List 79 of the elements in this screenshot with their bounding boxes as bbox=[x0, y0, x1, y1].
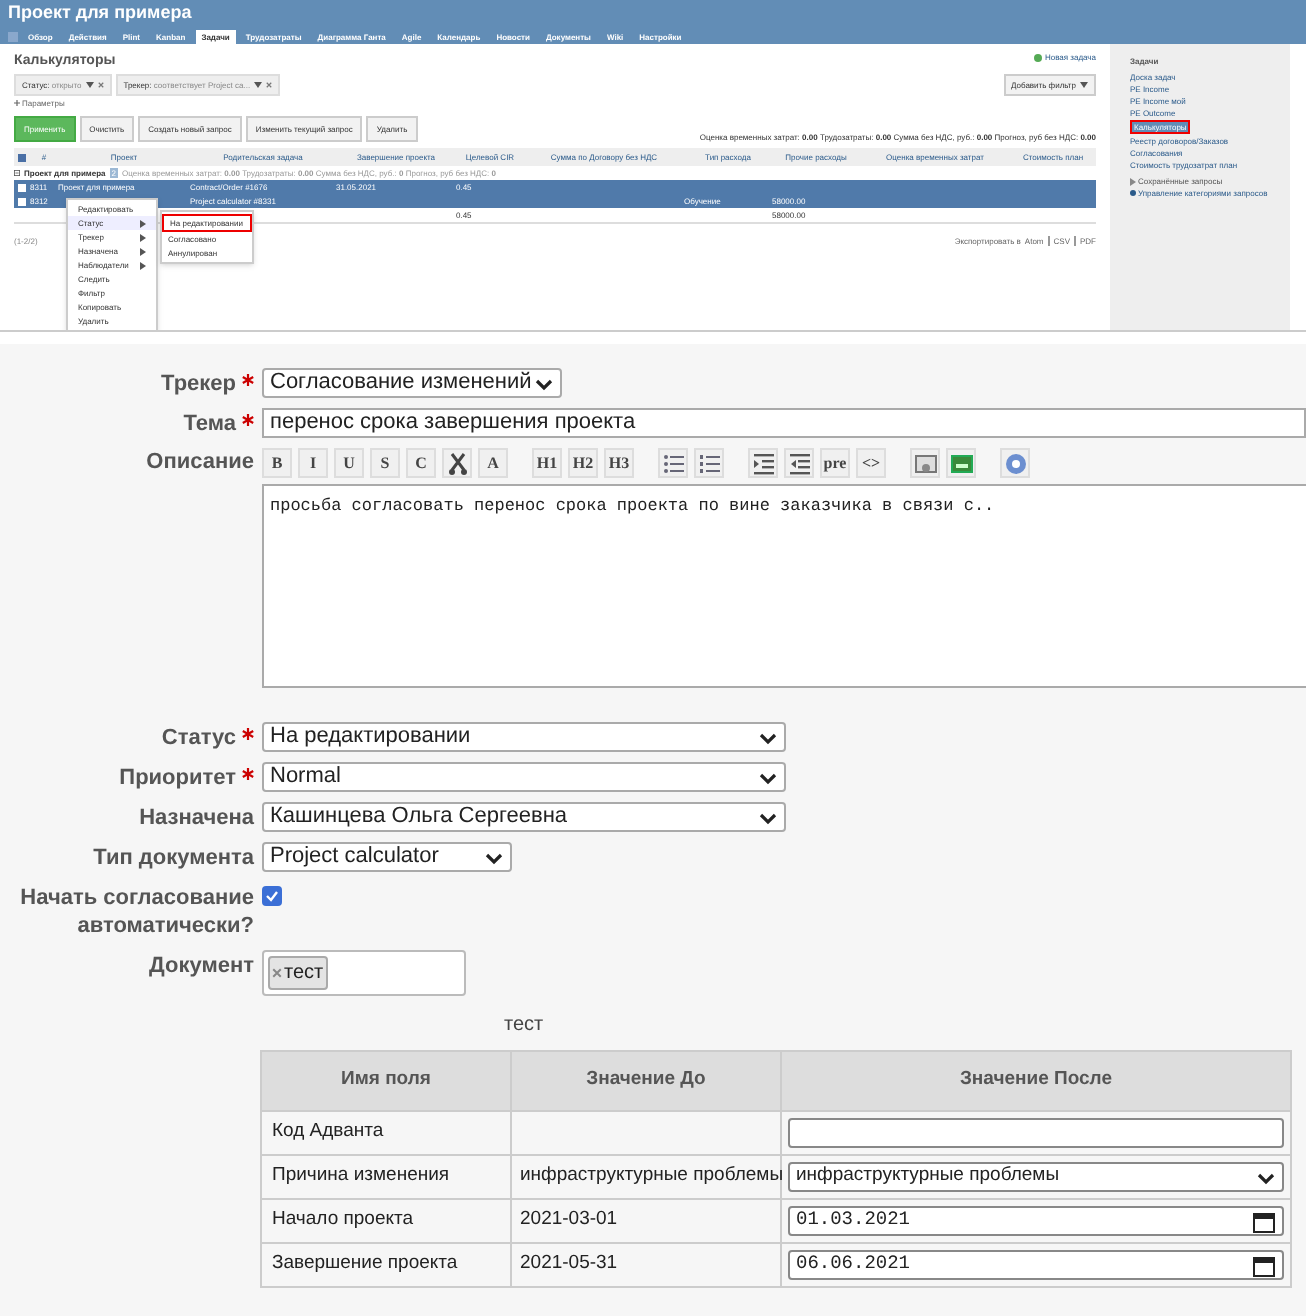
select-field[interactable]: На редактировании bbox=[262, 722, 786, 752]
table-cell: Начало проекта bbox=[272, 1208, 414, 1231]
asterisk-icon bbox=[242, 768, 254, 780]
asterisk-icon bbox=[242, 414, 254, 426]
date-field[interactable]: 06.06.2021 bbox=[788, 1250, 1284, 1280]
field-label: Документ bbox=[149, 954, 254, 978]
input-field[interactable] bbox=[788, 1118, 1284, 1148]
select-all-checkbox[interactable] bbox=[18, 153, 26, 161]
toolbar-button[interactable]: A bbox=[478, 448, 508, 478]
field-label: Назначена bbox=[139, 806, 254, 830]
input-field[interactable]: перенос срока завершения проекта bbox=[262, 408, 1306, 438]
toolbar-button[interactable]: <> bbox=[856, 448, 886, 478]
field-label: Тема bbox=[183, 412, 236, 436]
toolbar-button[interactable] bbox=[658, 448, 688, 478]
numbered-list-icon bbox=[697, 451, 721, 475]
check-icon bbox=[264, 888, 280, 904]
asterisk-icon bbox=[242, 374, 254, 386]
table-cell: Код Адванта bbox=[272, 1120, 384, 1143]
checkbox[interactable] bbox=[262, 886, 282, 906]
row-checkbox[interactable] bbox=[18, 183, 26, 191]
field-label: Тип документа bbox=[93, 846, 254, 870]
caret-right-icon bbox=[1130, 177, 1136, 185]
field-label: Трекер bbox=[161, 372, 236, 396]
date-field[interactable]: 01.03.2021 bbox=[788, 1206, 1284, 1236]
column-header: Значение После bbox=[959, 1068, 1113, 1091]
toolbar-button[interactable]: I bbox=[298, 448, 328, 478]
toolbar-button[interactable]: pre bbox=[820, 448, 850, 478]
select-field[interactable]: Кашинцева Ольга Сергеевна bbox=[262, 802, 786, 832]
table-cell: Завершение проекта bbox=[272, 1252, 458, 1275]
toolbar-button[interactable] bbox=[694, 448, 724, 478]
select-field[interactable]: Normal bbox=[262, 762, 786, 792]
column-header: Значение До bbox=[586, 1068, 706, 1091]
toolbar-button[interactable]: H2 bbox=[568, 448, 598, 478]
column-header: Имя поля bbox=[341, 1068, 431, 1091]
calendar-icon bbox=[1252, 1209, 1276, 1233]
toolbar-button[interactable] bbox=[910, 448, 940, 478]
caret-down-icon bbox=[254, 82, 263, 88]
toolbar-button[interactable]: U bbox=[334, 448, 364, 478]
image-icon bbox=[913, 451, 937, 475]
caret-down-icon bbox=[85, 82, 94, 88]
outdent-icon bbox=[787, 451, 811, 475]
table-cell: 2021-03-01 bbox=[520, 1208, 618, 1231]
toolbar-button[interactable]: B bbox=[262, 448, 292, 478]
indent-icon bbox=[751, 451, 775, 475]
toolbar-button[interactable] bbox=[748, 448, 778, 478]
select-field[interactable]: Project calculator bbox=[262, 842, 512, 872]
close-icon[interactable] bbox=[266, 82, 273, 88]
table-cell: инфраструктурные проблемы bbox=[520, 1164, 784, 1187]
field-label: Начать согласование автоматически? bbox=[20, 886, 254, 938]
table-cell: Причина изменения bbox=[272, 1164, 450, 1187]
caption-text: тест bbox=[504, 1012, 546, 1040]
close-icon[interactable] bbox=[97, 82, 104, 88]
toolbar-button[interactable] bbox=[784, 448, 814, 478]
toolbar-button[interactable] bbox=[442, 448, 472, 478]
caret-down-icon bbox=[1080, 82, 1088, 88]
scissors-icon bbox=[445, 451, 469, 475]
description-textarea[interactable]: просьба согласовать перенос срока проекта по вине заказчика в связи с.. bbox=[262, 484, 1306, 688]
help-icon bbox=[1003, 451, 1027, 475]
toolbar-button[interactable]: H1 bbox=[532, 448, 562, 478]
image-icon bbox=[949, 451, 973, 475]
toolbar-button[interactable]: C bbox=[406, 448, 436, 478]
multi-select-field[interactable]: тест bbox=[262, 950, 466, 996]
project-title: Проект для примера bbox=[8, 0, 194, 24]
field-label: Статус bbox=[161, 726, 236, 750]
field-label: Описание bbox=[146, 450, 254, 474]
toolbar-button[interactable]: S bbox=[370, 448, 400, 478]
bullet-list-icon bbox=[661, 451, 685, 475]
toolbar-button[interactable]: H3 bbox=[604, 448, 634, 478]
toolbar-button[interactable] bbox=[946, 448, 976, 478]
asterisk-icon bbox=[242, 728, 254, 740]
calendar-icon bbox=[1252, 1253, 1276, 1277]
collapse-icon[interactable] bbox=[14, 170, 20, 176]
field-label: Приоритет bbox=[119, 766, 236, 790]
select-field[interactable]: инфраструктурные проблемы bbox=[788, 1162, 1284, 1192]
select-field[interactable]: Согласование изменений bbox=[262, 368, 562, 398]
table-cell: 2021-05-31 bbox=[520, 1252, 618, 1275]
row-checkbox[interactable] bbox=[18, 197, 26, 205]
grid-icon bbox=[8, 32, 18, 42]
close-icon[interactable] bbox=[272, 968, 282, 978]
